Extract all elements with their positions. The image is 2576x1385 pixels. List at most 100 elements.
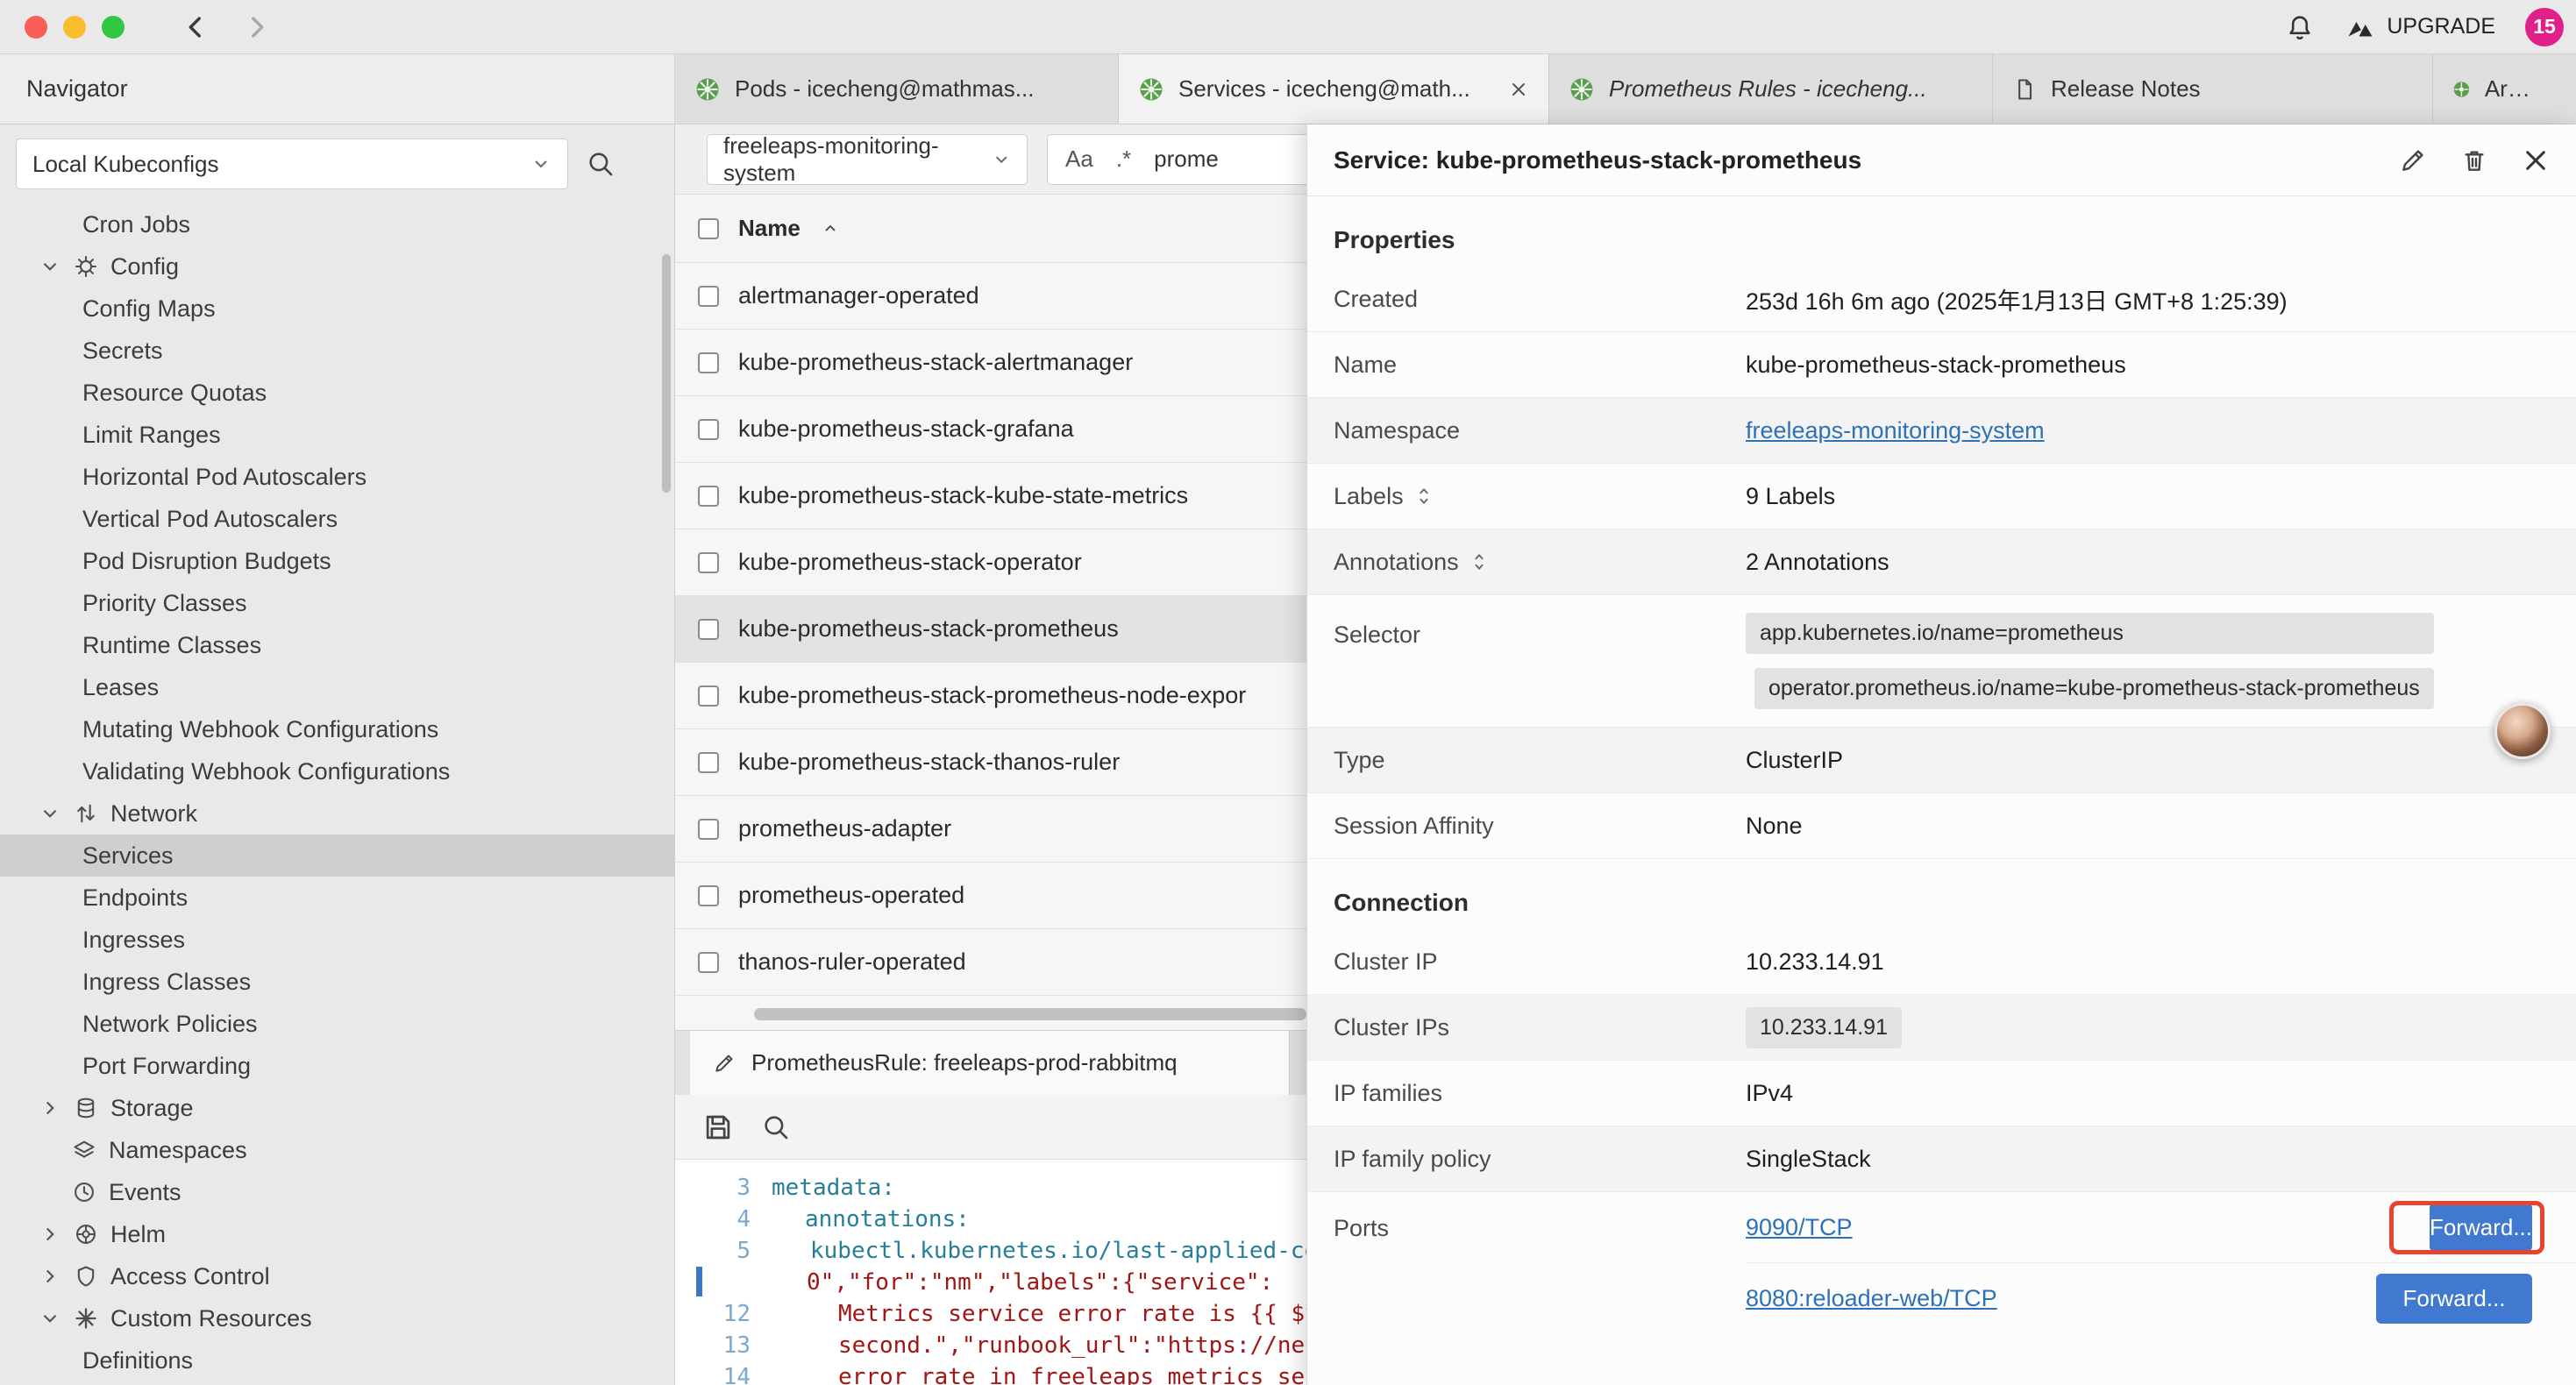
sidebar-item-events[interactable]: Events bbox=[0, 1171, 674, 1213]
tab-prometheus-rules[interactable]: Prometheus Rules - icecheng... bbox=[1549, 54, 1993, 124]
row-checkbox[interactable] bbox=[698, 685, 719, 707]
service-name: kube-prometheus-stack-prometheus-node-ex… bbox=[738, 682, 1246, 709]
sidebar-item-custom-resources[interactable]: Custom Resources bbox=[0, 1297, 674, 1339]
chevron-right-icon bbox=[39, 1223, 61, 1246]
sidebar-item-priority-classes[interactable]: Priority Classes bbox=[0, 582, 674, 624]
line-number: 4 bbox=[675, 1206, 772, 1232]
detail-row-type: Type ClusterIP bbox=[1307, 728, 2576, 793]
bell-icon[interactable] bbox=[2285, 12, 2315, 42]
tab-argo[interactable]: Argo Se bbox=[2433, 54, 2561, 124]
sidebar-item-ingress-classes[interactable]: Ingress Classes bbox=[0, 961, 674, 1003]
row-label: Annotations bbox=[1334, 549, 1459, 576]
row-checkbox[interactable] bbox=[698, 952, 719, 973]
sidebar-item-endpoints[interactable]: Endpoints bbox=[0, 877, 674, 919]
tab-label: Prometheus Rules - icecheng... bbox=[1609, 75, 1927, 103]
search-icon[interactable] bbox=[761, 1112, 791, 1142]
sidebar-item-config-maps[interactable]: Config Maps bbox=[0, 288, 674, 330]
sidebar-item-horizontal-pod-autoscalers[interactable]: Horizontal Pod Autoscalers bbox=[0, 456, 674, 498]
port-link[interactable]: 8080:reloader-web/TCP bbox=[1746, 1285, 1997, 1312]
row-checkbox[interactable] bbox=[698, 486, 719, 507]
close-icon[interactable] bbox=[2522, 146, 2550, 174]
row-checkbox[interactable] bbox=[698, 352, 719, 373]
sidebar-item-label: Custom Resources bbox=[110, 1305, 312, 1332]
select-all-checkbox[interactable] bbox=[698, 218, 719, 239]
row-value[interactable]: 2 Annotations bbox=[1746, 549, 1889, 576]
forward-button[interactable]: Forward... bbox=[2430, 1203, 2532, 1252]
chevron-down-icon bbox=[39, 255, 61, 278]
sidebar-item-services[interactable]: Services bbox=[0, 835, 674, 877]
sidebar-item-network-policies[interactable]: Network Policies bbox=[0, 1003, 674, 1045]
user-avatar[interactable] bbox=[2494, 703, 2551, 759]
match-case-toggle[interactable]: Aa bbox=[1065, 146, 1093, 173]
row-checkbox[interactable] bbox=[698, 885, 719, 906]
kubeconfig-select-value: Local Kubeconfigs bbox=[32, 151, 218, 178]
close-tab-icon[interactable] bbox=[1508, 79, 1529, 100]
sidebar-item-limit-ranges[interactable]: Limit Ranges bbox=[0, 414, 674, 456]
service-name: alertmanager-operated bbox=[738, 282, 979, 309]
tab-release-notes[interactable]: Release Notes bbox=[1993, 54, 2433, 124]
sidebar-item-config[interactable]: Config bbox=[0, 245, 674, 288]
sidebar-item-pod-disruption-budgets[interactable]: Pod Disruption Budgets bbox=[0, 540, 674, 582]
horizontal-scrollbar[interactable] bbox=[754, 1008, 1306, 1020]
sidebar-item-ingresses[interactable]: Ingresses bbox=[0, 919, 674, 961]
sidebar-item-secrets[interactable]: Secrets bbox=[0, 330, 674, 372]
expand-collapse-icon[interactable] bbox=[1469, 550, 1489, 573]
sidebar-item-definitions[interactable]: Definitions bbox=[0, 1339, 674, 1381]
editor-tab-prometheusrule[interactable]: PrometheusRule: freeleaps-prod-rabbitmq bbox=[690, 1031, 1290, 1095]
line-number: 12 bbox=[675, 1301, 772, 1327]
expand-collapse-icon[interactable] bbox=[1414, 485, 1434, 508]
sidebar-item-label: Events bbox=[109, 1179, 181, 1206]
port-entry: 8080:reloader-web/TCP Forward... bbox=[1746, 1263, 2576, 1333]
sidebar-item-port-forwarding[interactable]: Port Forwarding bbox=[0, 1045, 674, 1087]
name-column-header[interactable]: Name bbox=[738, 215, 801, 242]
detail-header: Service: kube-prometheus-stack-prometheu… bbox=[1307, 124, 2576, 196]
sidebar-item-label: Network Policies bbox=[82, 1011, 258, 1038]
delete-icon[interactable] bbox=[2460, 146, 2488, 174]
search-icon[interactable] bbox=[586, 149, 616, 179]
sidebar-item-vertical-pod-autoscalers[interactable]: Vertical Pod Autoscalers bbox=[0, 498, 674, 540]
sidebar-item-helm[interactable]: Helm bbox=[0, 1213, 674, 1255]
row-checkbox[interactable] bbox=[698, 286, 719, 307]
forward-icon[interactable] bbox=[242, 12, 272, 42]
namespace-link[interactable]: freeleaps-monitoring-system bbox=[1746, 417, 2045, 444]
sidebar-item-cron-jobs[interactable]: Cron Jobs bbox=[0, 203, 674, 245]
sidebar-item-mutating-webhook-configurations[interactable]: Mutating Webhook Configurations bbox=[0, 708, 674, 750]
row-checkbox[interactable] bbox=[698, 619, 719, 640]
sidebar-item-leases[interactable]: Leases bbox=[0, 666, 674, 708]
port-link[interactable]: 9090/TCP bbox=[1746, 1214, 1853, 1241]
search-value: prome bbox=[1154, 146, 1219, 173]
traffic-lights bbox=[25, 16, 125, 39]
tab-services[interactable]: Services - icecheng@math... bbox=[1119, 54, 1549, 124]
sidebar-item-runtime-classes[interactable]: Runtime Classes bbox=[0, 624, 674, 666]
edit-icon[interactable] bbox=[2399, 146, 2427, 174]
sidebar-item-access-control[interactable]: Access Control bbox=[0, 1255, 674, 1297]
sidebar-scrollbar[interactable] bbox=[662, 254, 671, 493]
row-checkbox[interactable] bbox=[698, 819, 719, 840]
sidebar-item-storage[interactable]: Storage bbox=[0, 1087, 674, 1129]
row-value[interactable]: 9 Labels bbox=[1746, 483, 1835, 510]
sidebar-item-namespaces[interactable]: Namespaces bbox=[0, 1129, 674, 1171]
row-checkbox[interactable] bbox=[698, 552, 719, 573]
maximize-window-button[interactable] bbox=[102, 16, 125, 39]
row-checkbox[interactable] bbox=[698, 752, 719, 773]
regex-toggle[interactable]: .* bbox=[1116, 146, 1131, 173]
row-checkbox[interactable] bbox=[698, 419, 719, 440]
back-icon[interactable] bbox=[181, 12, 210, 42]
upgrade-button[interactable]: UPGRADE bbox=[2345, 14, 2495, 40]
minimize-window-button[interactable] bbox=[63, 16, 86, 39]
sort-asc-icon[interactable] bbox=[820, 218, 841, 239]
close-window-button[interactable] bbox=[25, 16, 47, 39]
editor-fold-marker bbox=[696, 1267, 702, 1296]
config-icon bbox=[74, 254, 98, 279]
sidebar-item-resource-quotas[interactable]: Resource Quotas bbox=[0, 372, 674, 414]
row-label: Type bbox=[1334, 747, 1746, 774]
forward-button[interactable]: Forward... bbox=[2376, 1274, 2532, 1324]
sidebar-item-validating-webhook-configurations[interactable]: Validating Webhook Configurations bbox=[0, 750, 674, 792]
kubeconfig-select[interactable]: Local Kubeconfigs bbox=[16, 138, 568, 189]
events-icon bbox=[72, 1180, 96, 1204]
notification-badge[interactable]: 15 bbox=[2525, 8, 2564, 46]
save-icon[interactable] bbox=[701, 1111, 735, 1144]
namespace-select[interactable]: freeleaps-monitoring-system bbox=[707, 134, 1028, 185]
sidebar-item-network[interactable]: Network bbox=[0, 792, 674, 835]
tab-pods[interactable]: Pods - icecheng@mathmas... bbox=[675, 54, 1119, 124]
